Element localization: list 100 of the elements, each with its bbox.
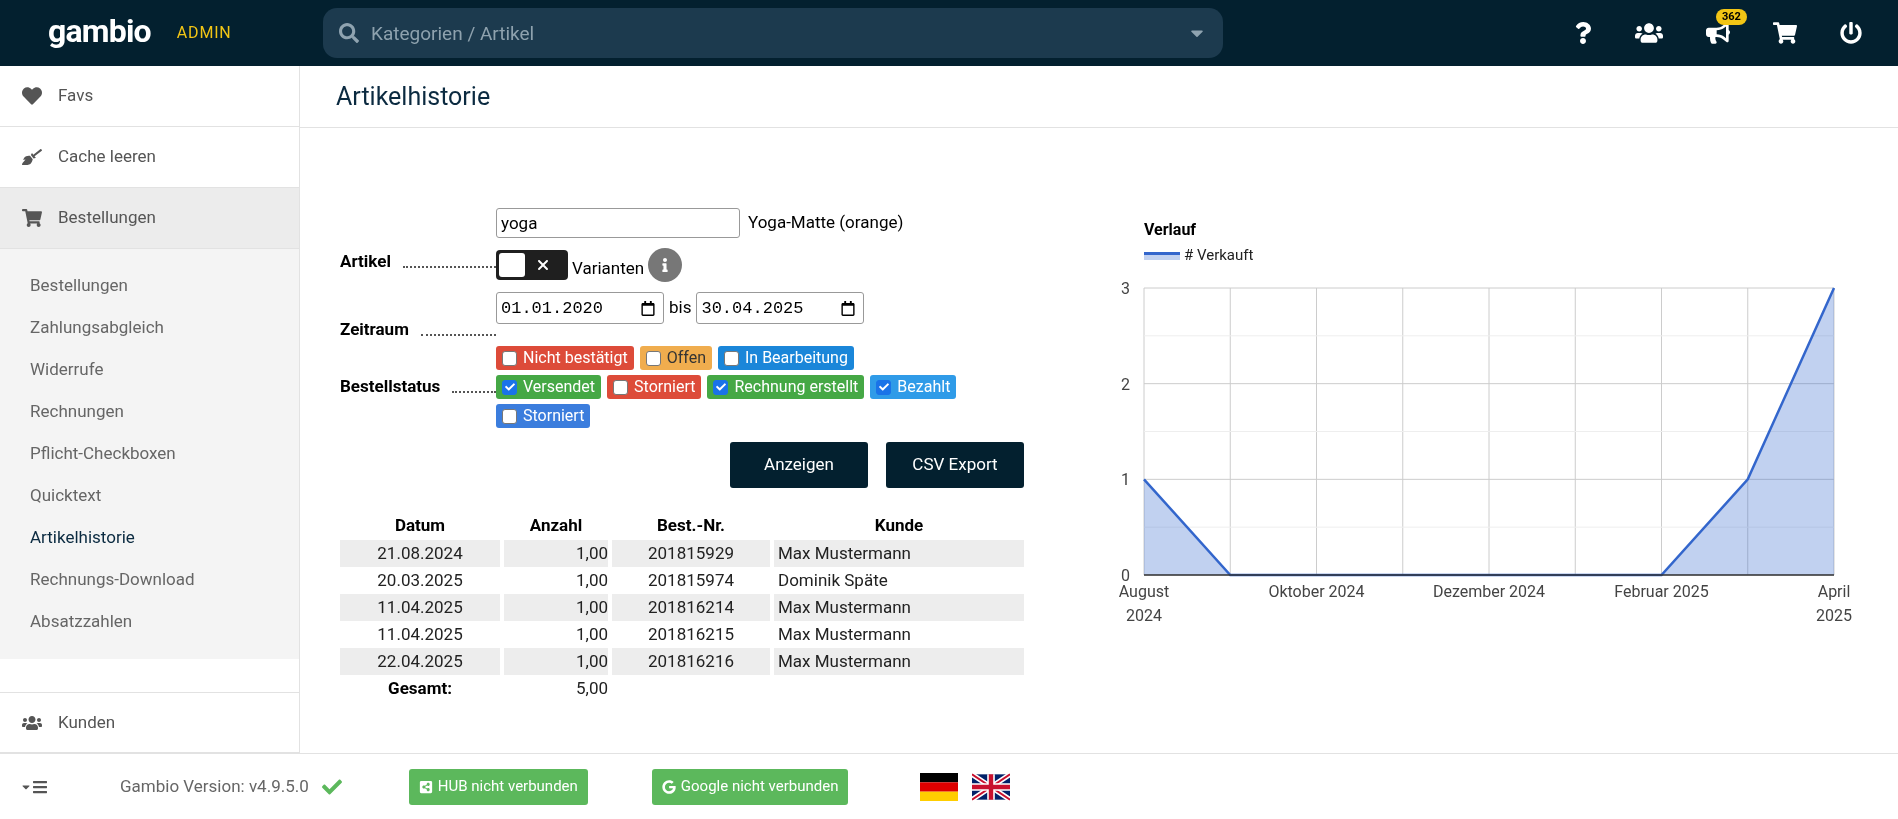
legend-swatch-icon	[1144, 250, 1180, 261]
brush-icon	[22, 147, 42, 167]
search-field[interactable]: Kategorien / Artikel	[371, 13, 1175, 53]
x-tick-label: Oktober 2024	[1268, 582, 1365, 601]
page-title: Artikelhistorie	[336, 80, 491, 113]
calendar-icon	[641, 300, 655, 316]
date-separator: bis	[669, 296, 692, 320]
date-field[interactable]: 30.04.2025	[701, 294, 838, 322]
x-tick-label: April 2025	[1816, 582, 1852, 625]
y-tick-label: 3	[1121, 279, 1130, 298]
checkbox[interactable]	[613, 379, 629, 395]
search-bar[interactable]: Kategorien / Artikel	[323, 8, 1223, 58]
status-tag[interactable]: Bezahlt	[870, 375, 957, 399]
table-cell: 201816214	[612, 594, 770, 621]
submenu-item[interactable]: Artikelhistorie	[0, 517, 299, 559]
search-icon	[339, 23, 359, 43]
checkbox[interactable]	[713, 379, 729, 395]
article-input[interactable]: yoga	[496, 208, 740, 238]
column-header: Kunde	[873, 514, 925, 538]
total-label: Gesamt:	[387, 676, 453, 700]
admin-label: ADMIN	[176, 22, 232, 44]
table-cell-text: 201816215	[647, 622, 735, 646]
table-cell: 11.04.2025	[340, 594, 500, 621]
table-cell-text: 11.04.2025	[376, 622, 464, 646]
submenu-item[interactable]: Rechnungs-Download	[0, 559, 299, 601]
sidebar-item[interactable]: Kunden	[0, 692, 299, 753]
chart-title: Verlauf	[1144, 219, 1197, 241]
y-tick-label: 2	[1121, 374, 1130, 394]
submenu-item[interactable]: Pflicht-Checkboxen	[0, 433, 299, 475]
logo[interactable]: gambio	[48, 15, 151, 47]
share-icon	[418, 779, 433, 794]
uk-flag-icon[interactable]	[972, 772, 1011, 801]
x-tick-label: August 2024	[1118, 582, 1170, 625]
table-cell: 201816216	[612, 648, 770, 675]
status-tag[interactable]: Versendet	[496, 375, 602, 399]
submenu-item[interactable]: Widerrufe	[0, 349, 299, 391]
x-tick-label: Dezember 2024	[1432, 582, 1546, 601]
total-value: 5,00	[575, 676, 608, 700]
checkbox[interactable]	[502, 379, 517, 395]
status-tag[interactable]: Nicht bestätigt	[496, 346, 634, 370]
field-label: Zeitraum	[340, 317, 409, 341]
table-cell: Max Mustermann	[774, 540, 1024, 567]
status-tag[interactable]: Storniert	[496, 404, 591, 428]
check-icon	[878, 382, 889, 392]
x-tick-label: Februar 2025	[1614, 582, 1709, 601]
checkbox[interactable]	[502, 350, 517, 366]
date-field[interactable]: 01.01.2020	[501, 294, 637, 322]
calendar-icon	[841, 300, 856, 316]
checkbox[interactable]	[645, 350, 661, 366]
close-icon	[535, 257, 551, 273]
toggle-switch[interactable]	[496, 250, 568, 280]
info-icon[interactable]	[648, 248, 683, 282]
table-cell: Max Mustermann	[774, 594, 1024, 621]
status-tag[interactable]: In Bearbeitung	[717, 346, 854, 370]
power-icon[interactable]	[1840, 22, 1862, 44]
submenu-item[interactable]: Rechnungen	[0, 391, 299, 433]
submenu-item[interactable]: Absatzzahlen	[0, 601, 299, 643]
submenu-item[interactable]: Bestellungen	[0, 265, 299, 307]
checkbox[interactable]	[502, 408, 517, 424]
table-cell: 1,00	[504, 594, 608, 621]
table-cell: 201815929	[612, 540, 770, 567]
y-tick-label: 0	[1121, 566, 1130, 585]
help-icon[interactable]	[1574, 22, 1592, 44]
table-cell: 1,00	[504, 648, 608, 675]
table-cell-text: Dominik Späte	[777, 568, 889, 592]
google-icon	[661, 779, 676, 794]
table-cell-text: 1,00	[575, 568, 608, 592]
date-picker[interactable]: 30.04.2025	[696, 292, 865, 324]
action-button[interactable]: Anzeigen	[730, 442, 868, 488]
notification-badge: 362	[1716, 9, 1747, 25]
action-button[interactable]: CSV Export	[886, 442, 1024, 488]
checkbox[interactable]	[876, 379, 892, 395]
cart-icon[interactable]	[1773, 21, 1797, 45]
checkbox[interactable]	[723, 350, 739, 366]
table-cell-text: 20.03.2025	[376, 568, 464, 592]
status-tag[interactable]: Offen	[639, 346, 712, 370]
table-cell: 1,00	[504, 540, 608, 567]
article-match-text: Yoga-Matte (orange)	[748, 211, 904, 235]
y-tick-label: 1	[1121, 470, 1130, 490]
field-label: Bestellstatus	[340, 375, 441, 399]
version-text: Gambio Version: v4.9.5.0	[120, 774, 309, 798]
german-flag-icon[interactable]	[920, 772, 959, 801]
check-icon	[715, 382, 726, 392]
menu-toggle-icon[interactable]	[20, 778, 48, 795]
users-icon[interactable]	[1635, 21, 1663, 45]
submenu-item[interactable]: Zahlungsabgleich	[0, 307, 299, 349]
table-cell: 21.08.2024	[340, 540, 500, 567]
cart-icon	[22, 208, 42, 228]
heart-icon	[22, 86, 42, 106]
status-tag[interactable]: Rechnung erstellt	[707, 375, 865, 399]
column-header: Anzahl	[528, 514, 584, 538]
table-cell-text: 201815974	[647, 568, 735, 592]
legend-label: # Verkauft	[1184, 245, 1254, 266]
date-picker[interactable]: 01.01.2020	[496, 292, 664, 324]
column-header: Best.-Nr.	[656, 514, 726, 538]
column-header: Datum	[393, 514, 447, 538]
table-cell: 22.04.2025	[340, 648, 500, 675]
submenu-item[interactable]: Quicktext	[0, 475, 299, 517]
sidebar-item[interactable]: Bestellungen	[0, 188, 299, 249]
status-tag[interactable]: Storniert	[607, 375, 702, 399]
